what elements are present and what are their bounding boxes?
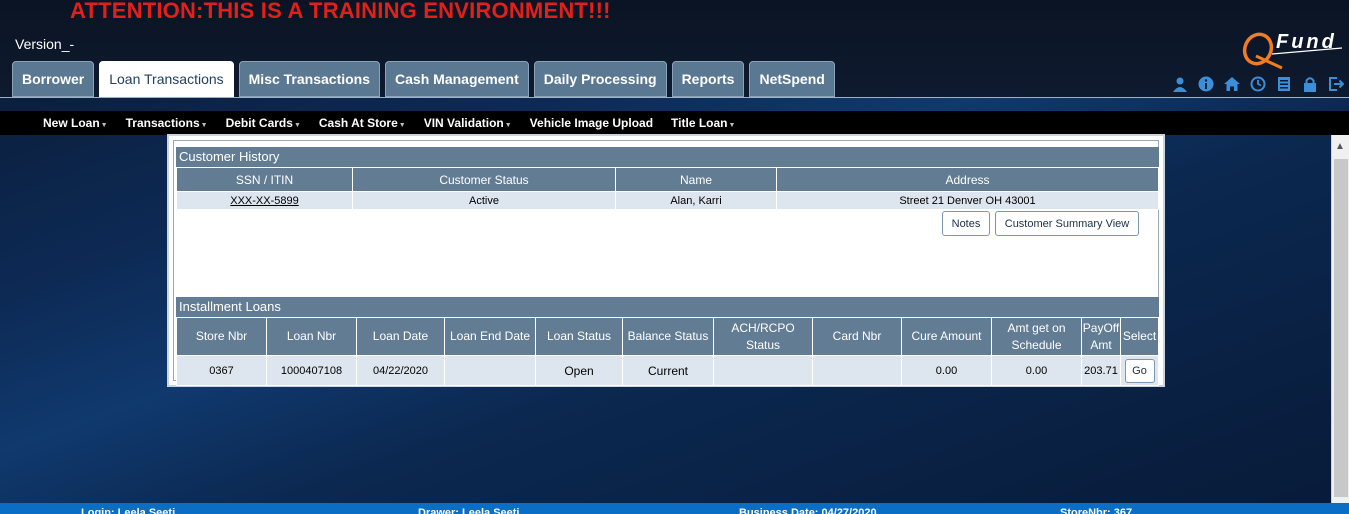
col-address: Address (776, 167, 1159, 192)
col-payoff-amt: PayOff Amt (1081, 317, 1121, 356)
loan-nbr-cell: 1000407108 (266, 355, 357, 386)
version-label: Version_- (15, 36, 75, 52)
amt-schedule-cell: 0.00 (991, 355, 1082, 386)
customer-address-cell: Street 21 Denver OH 43001 (776, 191, 1159, 210)
subnav-new-loan[interactable]: New Loan▼ (43, 116, 108, 130)
loan-end-date-cell (444, 355, 536, 386)
ach-status-cell (713, 355, 813, 386)
cure-amount-cell: 0.00 (901, 355, 992, 386)
col-store-nbr: Store Nbr (176, 317, 267, 356)
table-header-row: Store Nbr Loan Nbr Loan Date Loan End Da… (176, 317, 1159, 356)
tab-misc-transactions[interactable]: Misc Transactions (238, 61, 381, 97)
customer-name-cell: Alan, Karri (615, 191, 777, 210)
col-cure-amount: Cure Amount (901, 317, 992, 356)
subnav-label: Transactions (125, 116, 200, 130)
installment-loans-title: Installment Loans (176, 297, 1159, 317)
header-bar: ATTENTION:THIS IS A TRAINING ENVIRONMENT… (0, 0, 1349, 98)
subnav-vin-validation[interactable]: VIN Validation▼ (424, 116, 512, 130)
header-icons (1170, 75, 1346, 93)
subnav-cash-at-store[interactable]: Cash At Store▼ (319, 116, 406, 130)
col-amt-schedule: Amt get on Schedule (991, 317, 1082, 356)
installment-loans-table: Store Nbr Loan Nbr Loan Date Loan End Da… (176, 317, 1159, 386)
subnav-label: VIN Validation (423, 116, 504, 130)
subnav-label: Cash At Store (318, 116, 398, 130)
caret-down-icon: ▼ (728, 122, 736, 129)
scrollbar-thumb[interactable] (1334, 159, 1348, 497)
notes-button[interactable]: Notes (942, 211, 990, 236)
balance-status-cell: Current (622, 355, 714, 386)
col-loan-date: Loan Date (356, 317, 445, 356)
lock-icon[interactable] (1300, 75, 1320, 93)
col-loan-end-date: Loan End Date (444, 317, 536, 356)
logo-text: Fund (1276, 31, 1337, 53)
tab-daily-processing[interactable]: Daily Processing (533, 61, 667, 97)
table-row: 0367 1000407108 04/22/2020 Open Current … (176, 355, 1159, 386)
tab-underline (0, 97, 1349, 98)
drawer-label: Drawer: Leela Seeti (418, 507, 520, 514)
col-card-nbr: Card Nbr (812, 317, 902, 356)
store-nbr-label: StoreNbr: 367 (1060, 507, 1133, 514)
col-customer-status: Customer Status (352, 167, 616, 192)
col-ssn: SSN / ITIN (176, 167, 353, 192)
training-banner: ATTENTION:THIS IS A TRAINING ENVIRONMENT… (70, 0, 611, 23)
main-tabs: Borrower Loan Transactions Misc Transact… (12, 61, 835, 97)
clock-icon[interactable] (1248, 75, 1268, 93)
col-select: Select (1120, 317, 1159, 356)
card-nbr-cell (812, 355, 902, 386)
caret-down-icon: ▼ (100, 122, 108, 129)
content-panel: Customer History SSN / ITIN Customer Sta… (167, 134, 1165, 387)
sub-navigation: New Loan▼ Transactions▼ Debit Cards▼ Cas… (0, 111, 1349, 135)
customer-history-title: Customer History (176, 147, 1159, 167)
table-row: XXX-XX-5899 Active Alan, Karri Street 21… (176, 191, 1159, 210)
caret-down-icon: ▼ (293, 122, 301, 129)
col-name: Name (615, 167, 777, 192)
subnav-label: Vehicle Image Upload (529, 116, 654, 130)
subnav-debit-cards[interactable]: Debit Cards▼ (226, 116, 301, 130)
ssn-link[interactable]: XXX-XX-5899 (176, 191, 353, 210)
caret-down-icon: ▼ (398, 122, 406, 129)
logout-icon[interactable] (1326, 75, 1346, 93)
vertical-scrollbar[interactable]: ▲ (1331, 135, 1349, 503)
tab-borrower[interactable]: Borrower (12, 61, 95, 97)
col-loan-status: Loan Status (535, 317, 623, 356)
tab-cash-management[interactable]: Cash Management (385, 61, 529, 97)
customer-summary-view-button[interactable]: Customer Summary View (995, 211, 1139, 236)
caret-down-icon: ▼ (200, 122, 208, 129)
caret-down-icon: ▼ (504, 122, 512, 129)
col-balance-status: Balance Status (622, 317, 714, 356)
subnav-label: Title Loan (671, 116, 728, 130)
customer-status-cell: Active (352, 191, 616, 210)
payoff-amt-cell: 203.71 (1081, 355, 1121, 386)
subnav-label: New Loan (43, 116, 100, 130)
scroll-up-icon[interactable]: ▲ (1335, 141, 1345, 152)
select-cell: Go (1120, 355, 1159, 386)
tab-reports[interactable]: Reports (671, 61, 745, 97)
subnav-title-loan[interactable]: Title Loan▼ (671, 116, 735, 130)
customer-history-table: SSN / ITIN Customer Status Name Address … (176, 167, 1159, 210)
store-nbr-cell: 0367 (176, 355, 267, 386)
home-icon[interactable] (1222, 75, 1242, 93)
loan-date-cell: 04/22/2020 (356, 355, 445, 386)
qfund-logo: Fund (1242, 31, 1343, 70)
tab-loan-transactions[interactable]: Loan Transactions (99, 61, 234, 97)
subnav-label: Debit Cards (225, 116, 293, 130)
status-bar: Login: Leela Seeti Drawer: Leela Seeti B… (0, 503, 1349, 514)
col-loan-nbr: Loan Nbr (266, 317, 357, 356)
user-icon[interactable] (1170, 75, 1190, 93)
panel-inner: Customer History SSN / ITIN Customer Sta… (173, 140, 1159, 386)
subnav-vehicle-image-upload[interactable]: Vehicle Image Upload (530, 116, 653, 130)
tab-netspend[interactable]: NetSpend (749, 61, 835, 97)
go-button[interactable]: Go (1124, 358, 1155, 383)
table-header-row: SSN / ITIN Customer Status Name Address (176, 167, 1159, 192)
subnav-transactions[interactable]: Transactions▼ (126, 116, 208, 130)
loan-status-cell: Open (535, 355, 623, 386)
business-date-label: Business Date: 04/27/2020 (739, 507, 877, 514)
info-icon[interactable] (1196, 75, 1216, 93)
list-icon[interactable] (1274, 75, 1294, 93)
login-label: Login: Leela Seeti (81, 507, 176, 514)
col-ach-status: ACH/RCPO Status (713, 317, 813, 356)
